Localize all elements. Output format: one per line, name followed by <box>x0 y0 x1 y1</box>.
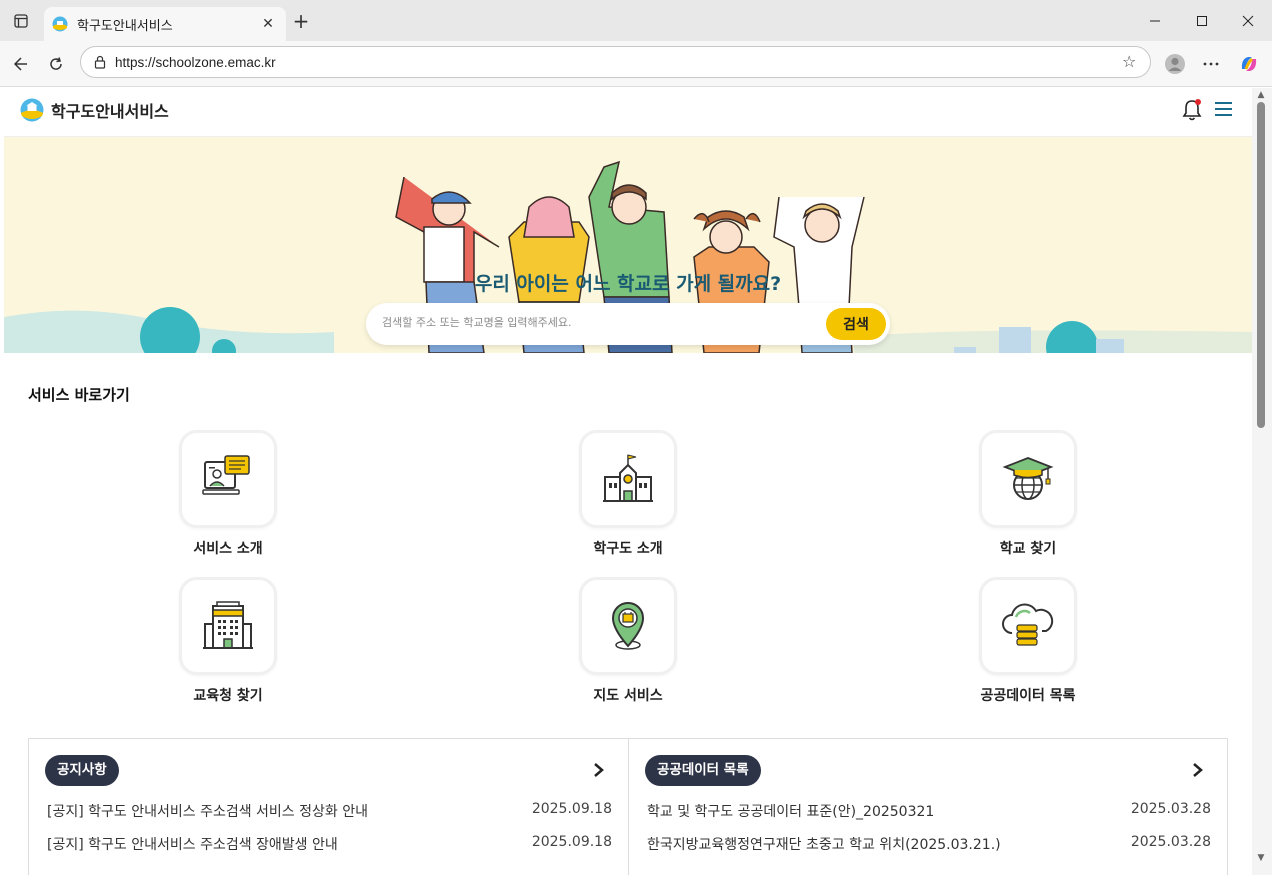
profile-avatar-icon[interactable] <box>1161 50 1189 78</box>
service-item-find-office[interactable]: 교육청 찾기 <box>158 577 298 705</box>
scroll-thumb[interactable] <box>1257 102 1265 428</box>
cloud-database-icon <box>1002 603 1054 646</box>
service-item-map[interactable]: 지도 서비스 <box>558 577 698 705</box>
favorite-star-icon[interactable]: ☆ <box>1122 53 1140 71</box>
services-heading: 서비스 바로가기 <box>28 386 130 404</box>
notice-panel-title[interactable]: 공지사항 <box>45 755 119 786</box>
public-data-panel: 공공데이터 목록 학교 및 학구도 공공데이터 표준(안)_20250321 2… <box>628 739 1227 875</box>
browser-toolbar: https://schoolzone.emac.kr ☆ <box>0 41 1272 87</box>
close-tab-icon[interactable]: ✕ <box>258 14 278 34</box>
service-icon-box <box>579 430 677 528</box>
back-icon[interactable] <box>6 50 34 78</box>
tab-title: 학구도안내서비스 <box>77 18 173 34</box>
new-tab-icon[interactable]: + <box>290 11 312 33</box>
browser-chrome: 학구도안내서비스 ✕ + https://schoolzone.emac.kr … <box>0 0 1272 87</box>
service-label: 지도 서비스 <box>593 688 663 704</box>
scroll-up-icon[interactable]: ▲ <box>1256 90 1266 100</box>
office-building-icon <box>203 601 253 649</box>
list-item[interactable]: 학교 및 학구도 공공데이터 표준(안)_20250321 2025.03.28 <box>647 801 1211 823</box>
search-box: 검색 <box>366 303 890 345</box>
board-panels: 공지사항 [공지] 학구도 안내서비스 주소검색 서비스 정상화 안내 2025… <box>28 738 1228 875</box>
service-item-find-school[interactable]: 학교 찾기 <box>958 430 1098 558</box>
refresh-icon[interactable] <box>42 50 70 78</box>
search-button[interactable]: 검색 <box>826 308 886 340</box>
service-icon-box <box>979 577 1077 675</box>
service-icon-box <box>179 577 277 675</box>
logo-text: 학구도안내서비스 <box>51 102 169 121</box>
web-page: 학구도안내서비스 우리 아이는 어느 학교로 가게 될까요? 검색할 주소 또는… <box>4 88 1252 875</box>
copilot-icon[interactable] <box>1235 50 1263 78</box>
logo-icon <box>20 98 44 122</box>
service-label: 학구도 소개 <box>593 541 663 557</box>
browser-tab[interactable]: 학구도안내서비스 ✕ <box>44 7 286 41</box>
maximize-icon[interactable] <box>1179 8 1225 34</box>
service-item-intro[interactable]: 서비스 소개 <box>158 430 298 558</box>
notice-panel: 공지사항 [공지] 학구도 안내서비스 주소검색 서비스 정상화 안내 2025… <box>29 739 628 875</box>
notice-date: 2025.09.18 <box>531 801 612 817</box>
service-item-schoolzone-intro[interactable]: 학구도 소개 <box>558 430 698 558</box>
school-building-icon <box>603 454 653 502</box>
data-date: 2025.03.28 <box>1130 801 1211 817</box>
data-date: 2025.03.28 <box>1130 834 1211 850</box>
service-icon-box <box>579 577 677 675</box>
service-icon-box <box>179 430 277 528</box>
hamburger-menu-icon[interactable] <box>1214 100 1234 118</box>
service-icon-box <box>979 430 1077 528</box>
hero-banner: 우리 아이는 어느 학교로 가게 될까요? 검색 <box>4 137 1252 353</box>
tab-actions-icon[interactable] <box>10 10 32 32</box>
data-title: 한국지방교육행정연구재단 초중고 학교 위치(2025.03.21.) <box>647 837 1001 853</box>
chevron-right-icon[interactable] <box>1191 759 1205 781</box>
page-scrollbar[interactable]: ▲ ▼ <box>1252 88 1272 875</box>
service-label: 서비스 소개 <box>193 541 263 557</box>
url-text: https://schoolzone.emac.kr <box>115 54 276 70</box>
list-item[interactable]: [공지] 학구도 안내서비스 주소검색 서비스 정상화 안내 2025.09.1… <box>47 801 612 823</box>
site-header: 학구도안내서비스 <box>4 88 1252 137</box>
lock-icon <box>94 55 106 69</box>
notification-bell-icon[interactable] <box>1181 98 1203 122</box>
service-item-public-data[interactable]: 공공데이터 목록 <box>958 577 1098 705</box>
notice-title: [공지] 학구도 안내서비스 주소검색 서비스 정상화 안내 <box>47 804 368 820</box>
notice-date: 2025.09.18 <box>531 834 612 850</box>
more-options-icon[interactable] <box>1197 50 1225 78</box>
favicon-icon <box>52 16 68 32</box>
close-window-icon[interactable] <box>1225 8 1271 34</box>
chevron-right-icon[interactable] <box>592 759 606 781</box>
scroll-down-icon[interactable]: ▼ <box>1256 853 1266 863</box>
public-data-panel-title[interactable]: 공공데이터 목록 <box>645 755 761 786</box>
site-logo[interactable]: 학구도안내서비스 <box>20 98 169 122</box>
list-item[interactable]: 한국지방교육행정연구재단 초중고 학교 위치(2025.03.21.) 2025… <box>647 834 1211 856</box>
tab-bar: 학구도안내서비스 ✕ + <box>0 0 1272 41</box>
map-pin-icon <box>611 602 645 650</box>
data-title: 학교 및 학구도 공공데이터 표준(안)_20250321 <box>647 804 935 820</box>
graduation-globe-icon <box>1002 457 1054 500</box>
hero-title: 우리 아이는 어느 학교로 가게 될까요? <box>474 273 782 295</box>
minimize-icon[interactable] <box>1132 8 1178 34</box>
list-item[interactable]: [공지] 학구도 안내서비스 주소검색 장애발생 안내 2025.09.18 <box>47 834 612 856</box>
address-bar[interactable]: https://schoolzone.emac.kr ☆ <box>80 46 1151 78</box>
presentation-icon <box>202 455 250 495</box>
search-input[interactable] <box>382 316 802 329</box>
notice-title: [공지] 학구도 안내서비스 주소검색 장애발생 안내 <box>47 837 338 853</box>
service-label: 교육청 찾기 <box>193 688 263 704</box>
service-label: 공공데이터 목록 <box>980 688 1076 704</box>
service-label: 학교 찾기 <box>999 541 1057 557</box>
